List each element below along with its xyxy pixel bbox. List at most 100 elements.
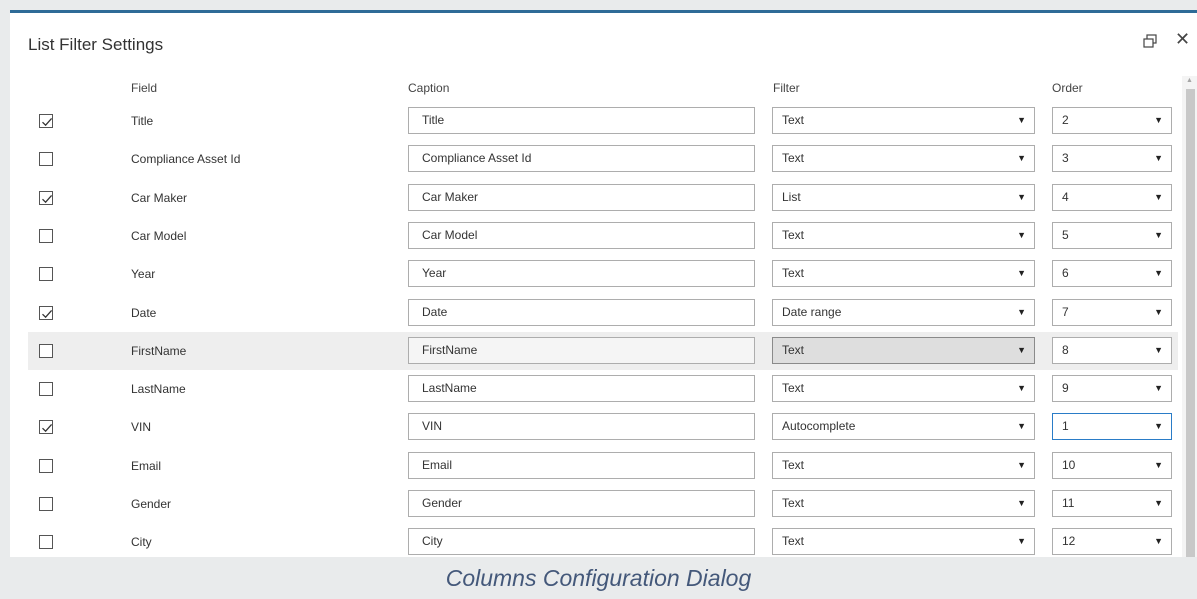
filter-type-select[interactable]: Text ▼ (772, 145, 1035, 173)
include-checkbox[interactable] (39, 535, 53, 550)
filter-type-value: Text (782, 496, 805, 510)
order-value: 4 (1062, 189, 1069, 204)
close-icon[interactable]: ✕ (1175, 29, 1190, 49)
order-select[interactable]: 1 ▼ (1052, 413, 1172, 441)
dropdown-arrow-icon[interactable]: ▼ (1017, 414, 1026, 439)
order-select[interactable]: 2 ▼ (1052, 107, 1172, 134)
order-value: 11 (1062, 496, 1075, 510)
dropdown-arrow-icon[interactable]: ▼ (1017, 223, 1026, 248)
caption-input[interactable]: City (408, 528, 755, 556)
caption-input[interactable]: VIN (408, 413, 755, 441)
field-name-label: VIN (131, 420, 152, 435)
caption-input[interactable]: Title (408, 107, 755, 134)
table-row: Email Email Text ▼ 10 ▼ (28, 447, 1178, 485)
order-select[interactable]: 9 ▼ (1052, 375, 1172, 403)
filter-type-select[interactable]: Text ▼ (772, 451, 1035, 479)
filter-type-select[interactable]: Text ▼ (772, 107, 1035, 134)
caption-input[interactable]: Date (408, 298, 755, 326)
include-checkbox[interactable] (39, 497, 53, 511)
field-name-label: Gender (131, 497, 172, 511)
dropdown-arrow-icon[interactable]: ▼ (1017, 338, 1026, 363)
order-select[interactable]: 12 ▼ (1052, 528, 1172, 556)
dropdown-arrow-icon[interactable]: ▼ (1017, 376, 1026, 401)
order-select[interactable]: 8 ▼ (1052, 336, 1172, 364)
include-checkbox[interactable] (39, 305, 53, 320)
order-select[interactable]: 10 ▼ (1052, 451, 1172, 479)
dropdown-arrow-icon[interactable]: ▼ (1154, 453, 1163, 478)
dropdown-arrow-icon[interactable]: ▼ (1017, 491, 1026, 516)
order-select[interactable]: 4 ▼ (1052, 183, 1172, 211)
dropdown-arrow-icon[interactable]: ▼ (1017, 453, 1026, 478)
dropdown-arrow-icon[interactable]: ▼ (1154, 376, 1163, 401)
filter-type-select[interactable]: List ▼ (772, 183, 1035, 211)
include-checkbox[interactable] (39, 420, 53, 435)
order-select[interactable]: 11 ▼ (1052, 490, 1172, 517)
filter-type-value: Text (782, 227, 805, 242)
include-checkbox[interactable] (39, 114, 53, 128)
filter-type-select[interactable]: Text ▼ (772, 336, 1035, 364)
include-checkbox[interactable] (39, 228, 53, 243)
order-select[interactable]: 5 ▼ (1052, 221, 1172, 249)
order-select[interactable]: 7 ▼ (1052, 298, 1172, 326)
filter-type-select[interactable]: Text ▼ (772, 221, 1035, 249)
checkmark-icon (42, 424, 53, 433)
include-checkbox[interactable] (39, 190, 53, 205)
filter-type-value: Text (782, 534, 805, 549)
filter-type-select[interactable]: Text ▼ (772, 490, 1035, 517)
field-name-label: Title (131, 114, 154, 128)
order-select[interactable]: 3 ▼ (1052, 145, 1172, 173)
filter-type-value: Date range (782, 304, 842, 319)
caption-input[interactable]: Year (408, 260, 755, 288)
dropdown-arrow-icon[interactable]: ▼ (1017, 146, 1026, 171)
scroll-up-arrow-icon[interactable]: ▲ (1186, 77, 1193, 84)
order-value: 7 (1062, 304, 1069, 319)
include-checkbox[interactable] (39, 458, 53, 473)
dropdown-arrow-icon[interactable]: ▼ (1154, 146, 1163, 171)
field-name-label: Date (131, 305, 157, 320)
table-row: FirstName FirstName Text ▼ 8 ▼ (28, 331, 1178, 370)
dropdown-arrow-icon[interactable]: ▼ (1154, 491, 1163, 516)
column-header-caption: Caption (408, 81, 450, 95)
checkmark-icon (42, 117, 53, 127)
order-value: 8 (1062, 342, 1069, 357)
dropdown-arrow-icon[interactable]: ▼ (1154, 338, 1163, 363)
filter-type-select[interactable]: Text ▼ (772, 375, 1035, 403)
figure-caption: Columns Configuration Dialog (445, 565, 752, 591)
dropdown-arrow-icon[interactable]: ▼ (1154, 300, 1163, 325)
dropdown-arrow-icon[interactable]: ▼ (1154, 223, 1163, 248)
include-checkbox[interactable] (39, 267, 53, 282)
caption-input[interactable]: Email (408, 451, 755, 479)
scroll-thumb[interactable] (1186, 89, 1195, 557)
dropdown-arrow-icon[interactable]: ▼ (1154, 414, 1163, 439)
filter-type-value: List (782, 189, 801, 204)
dropdown-arrow-icon[interactable]: ▼ (1017, 300, 1026, 325)
dropdown-arrow-icon[interactable]: ▼ (1154, 108, 1163, 133)
filter-type-select[interactable]: Autocomplete ▼ (772, 413, 1035, 441)
dropdown-arrow-icon[interactable]: ▼ (1017, 108, 1026, 133)
dropdown-arrow-icon[interactable]: ▼ (1154, 185, 1163, 210)
restore-icon[interactable] (1143, 34, 1157, 48)
field-name-label: Year (131, 267, 156, 282)
dropdown-arrow-icon[interactable]: ▼ (1017, 261, 1026, 286)
include-checkbox[interactable] (39, 343, 53, 358)
order-value: 9 (1062, 381, 1069, 396)
caption-input[interactable]: LastName (408, 375, 755, 403)
caption-input[interactable]: FirstName (408, 336, 755, 364)
dropdown-arrow-icon[interactable]: ▼ (1017, 185, 1026, 210)
caption-input[interactable]: Car Model (408, 221, 755, 249)
include-checkbox[interactable] (39, 382, 53, 397)
dropdown-arrow-icon[interactable]: ▼ (1017, 529, 1026, 554)
dropdown-arrow-icon[interactable]: ▼ (1154, 529, 1163, 554)
dropdown-arrow-icon[interactable]: ▼ (1154, 261, 1163, 286)
filter-type-select[interactable]: Date range ▼ (772, 298, 1035, 326)
include-checkbox[interactable] (39, 152, 53, 167)
caption-input[interactable]: Compliance Asset Id (408, 145, 755, 173)
filter-type-select[interactable]: Text ▼ (772, 260, 1035, 288)
order-select[interactable]: 6 ▼ (1052, 260, 1172, 288)
filter-type-select[interactable]: Text ▼ (772, 528, 1035, 556)
caption-input[interactable]: Car Maker (408, 183, 755, 211)
caption-input[interactable]: Gender (408, 490, 755, 517)
top-background (0, 0, 1197, 10)
table-row: Year Year Text ▼ 6 ▼ (28, 255, 1178, 293)
field-name-label: City (131, 535, 152, 550)
